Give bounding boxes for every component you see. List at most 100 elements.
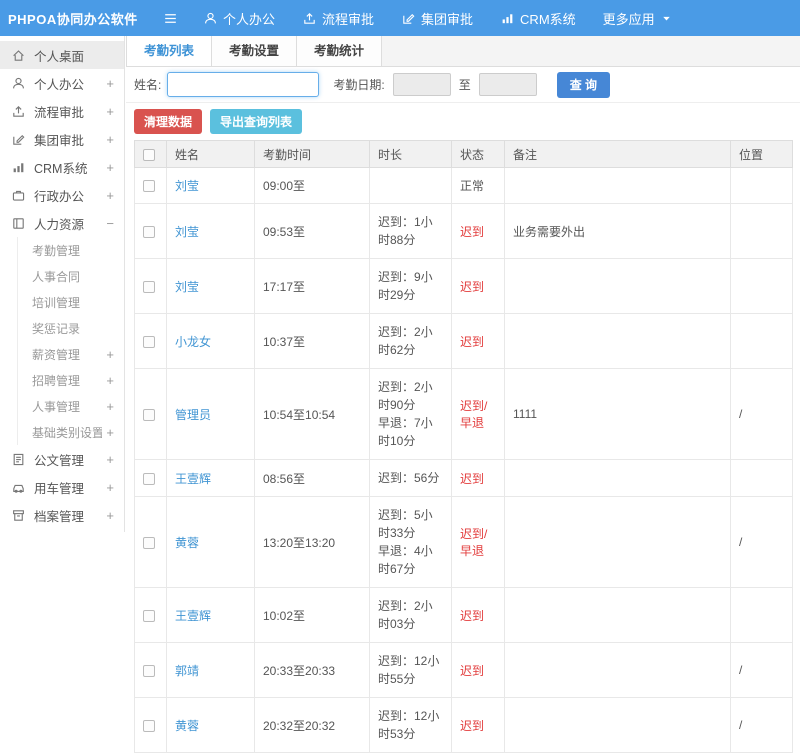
attendance-time-cell: 09:00至 xyxy=(254,167,370,204)
attendance-time-cell: 10:37至 xyxy=(254,313,370,369)
sidebar-item-label: CRM系统 xyxy=(34,161,88,176)
row-checkbox[interactable] xyxy=(143,335,155,348)
sidebar-subitem-label: 人事管理 xyxy=(32,399,81,414)
employee-name-link[interactable]: 刘莹 xyxy=(175,225,199,239)
location-cell xyxy=(730,587,793,643)
topnav-item[interactable]: 更多应用 xyxy=(603,9,673,28)
select-all-checkbox[interactable] xyxy=(143,148,155,161)
row-checkbox[interactable] xyxy=(143,719,155,732)
expand-toggle-icon[interactable]: + xyxy=(102,132,114,147)
sidebar-item[interactable]: 公文管理 + xyxy=(0,445,124,473)
date-from-input[interactable] xyxy=(392,73,451,96)
table-row: 刘莹 09:00至 正常 xyxy=(134,167,793,204)
sidebar-item-label: 人力资源 xyxy=(34,217,85,232)
sidebar-item[interactable]: 行政办公 + xyxy=(0,181,124,209)
remark-cell xyxy=(504,313,731,369)
clean-data-button[interactable]: 清理数据 xyxy=(134,109,203,134)
remark-cell xyxy=(504,642,731,698)
sidebar-item[interactable]: 档案管理 + xyxy=(0,501,124,529)
sidebar-subitem[interactable]: 培训管理 xyxy=(18,289,124,315)
topnav-item[interactable]: 流程审批 xyxy=(302,9,374,28)
employee-name-link[interactable]: 王壹辉 xyxy=(175,472,211,486)
attendance-time-cell: 09:53至 xyxy=(254,203,370,259)
sidebar-item[interactable]: CRM系统 + xyxy=(0,153,124,181)
location-cell: / xyxy=(730,697,793,753)
employee-name-link[interactable]: 刘莹 xyxy=(175,280,199,294)
expand-toggle-icon[interactable]: + xyxy=(102,76,114,91)
expand-toggle-icon[interactable]: + xyxy=(102,160,114,175)
tab-item[interactable]: 考勤设置 xyxy=(212,36,298,66)
sidebar-subitem[interactable]: 考勤管理 xyxy=(18,237,124,263)
archive-icon xyxy=(11,508,27,523)
name-filter-input[interactable] xyxy=(167,72,320,97)
user-icon xyxy=(11,76,27,91)
employee-name-link[interactable]: 管理员 xyxy=(175,408,211,422)
duration-cell: 迟到：2小时90分 早退：7小时10分 xyxy=(369,368,452,460)
row-checkbox[interactable] xyxy=(143,472,155,485)
sidebar-subitem[interactable]: 奖惩记录 xyxy=(18,315,124,341)
table-row: 黄蓉 13:20至13:20 迟到：5小时33分 早退：4小时67分 迟到/早退 / xyxy=(134,496,793,588)
sidebar-subitem[interactable]: 基础类别设置 + xyxy=(18,419,124,445)
export-list-button[interactable]: 导出查询列表 xyxy=(210,109,303,134)
sidebar-item[interactable]: 集团审批 + xyxy=(0,125,124,153)
expand-toggle-icon[interactable]: − xyxy=(102,216,114,231)
expand-toggle-icon[interactable]: + xyxy=(102,508,114,523)
employee-name-link[interactable]: 郭靖 xyxy=(175,664,199,678)
topnav-item[interactable]: 集团审批 xyxy=(401,9,473,28)
hamburger-menu-button[interactable] xyxy=(162,10,179,27)
row-checkbox[interactable] xyxy=(143,536,155,549)
expand-toggle-icon[interactable]: + xyxy=(102,347,114,362)
sidebar-subitem-label: 培训管理 xyxy=(32,295,81,310)
top-header: PHPOA协同办公软件 个人办公 流程审批 集团审批 CRM系统 更多应用 xyxy=(0,0,800,36)
sidebar-subitem[interactable]: 招聘管理 + xyxy=(18,367,124,393)
chart-icon xyxy=(500,11,515,26)
search-button[interactable]: 查 询 xyxy=(556,71,611,98)
topnav-item-label: CRM系统 xyxy=(520,11,576,27)
tab-active[interactable]: 考勤列表 xyxy=(126,36,213,66)
expand-toggle-icon[interactable]: + xyxy=(102,373,114,388)
row-checkbox[interactable] xyxy=(143,180,155,193)
attendance-time-cell: 17:17至 xyxy=(254,258,370,314)
sidebar-subitem[interactable]: 薪资管理 + xyxy=(18,341,124,367)
expand-toggle-icon[interactable]: + xyxy=(102,188,114,203)
employee-name-link[interactable]: 刘莹 xyxy=(175,179,199,193)
duration-line: 迟到：9小时29分 xyxy=(378,270,433,302)
date-to-input[interactable] xyxy=(478,73,537,96)
employee-name-link[interactable]: 黄蓉 xyxy=(175,536,199,550)
column-header: 备注 xyxy=(504,140,731,168)
row-checkbox[interactable] xyxy=(143,225,155,238)
remark-cell xyxy=(504,496,731,588)
employee-name-link[interactable]: 黄蓉 xyxy=(175,719,199,733)
sidebar-item[interactable]: 流程审批 + xyxy=(0,97,124,125)
topnav-item[interactable]: CRM系统 xyxy=(500,9,576,28)
expand-toggle-icon[interactable]: + xyxy=(102,452,114,467)
sidebar-subitem[interactable]: 人事管理 + xyxy=(18,393,124,419)
topnav-item[interactable]: 个人办公 xyxy=(203,9,275,28)
sidebar-item[interactable]: 个人办公 + xyxy=(0,69,124,97)
sidebar-subitem-label: 奖惩记录 xyxy=(32,321,81,336)
expand-toggle-icon[interactable]: + xyxy=(102,480,114,495)
row-checkbox[interactable] xyxy=(143,609,155,622)
duration-cell: 迟到：56分 xyxy=(369,459,452,497)
expand-toggle-icon[interactable]: + xyxy=(102,399,114,414)
tab-item[interactable]: 考勤统计 xyxy=(297,36,383,66)
employee-name-link[interactable]: 小龙女 xyxy=(175,335,211,349)
row-checkbox[interactable] xyxy=(143,664,155,677)
duration-cell: 迟到：9小时29分 xyxy=(369,258,452,314)
employee-name-link[interactable]: 王壹辉 xyxy=(175,609,211,623)
briefcase-icon xyxy=(11,188,27,203)
row-checkbox[interactable] xyxy=(143,280,155,293)
sidebar-subitem[interactable]: 人事合同 xyxy=(18,263,124,289)
status-badge: 正常 xyxy=(451,167,505,204)
expand-toggle-icon[interactable]: + xyxy=(102,104,114,119)
duration-cell: 迟到：1小时88分 xyxy=(369,203,452,259)
sidebar-item[interactable]: 个人桌面 xyxy=(0,41,124,69)
row-checkbox[interactable] xyxy=(143,408,155,421)
attendance-time-cell: 20:32至20:32 xyxy=(254,697,370,753)
duration-cell: 迟到：5小时33分 早退：4小时67分 xyxy=(369,496,452,588)
expand-toggle-icon[interactable]: + xyxy=(102,425,114,440)
sidebar-item-label: 个人办公 xyxy=(34,77,85,92)
topnav-item-label: 流程审批 xyxy=(322,11,375,27)
sidebar-item[interactable]: 人力资源 − xyxy=(0,209,124,237)
sidebar-item[interactable]: 用车管理 + xyxy=(0,473,124,501)
